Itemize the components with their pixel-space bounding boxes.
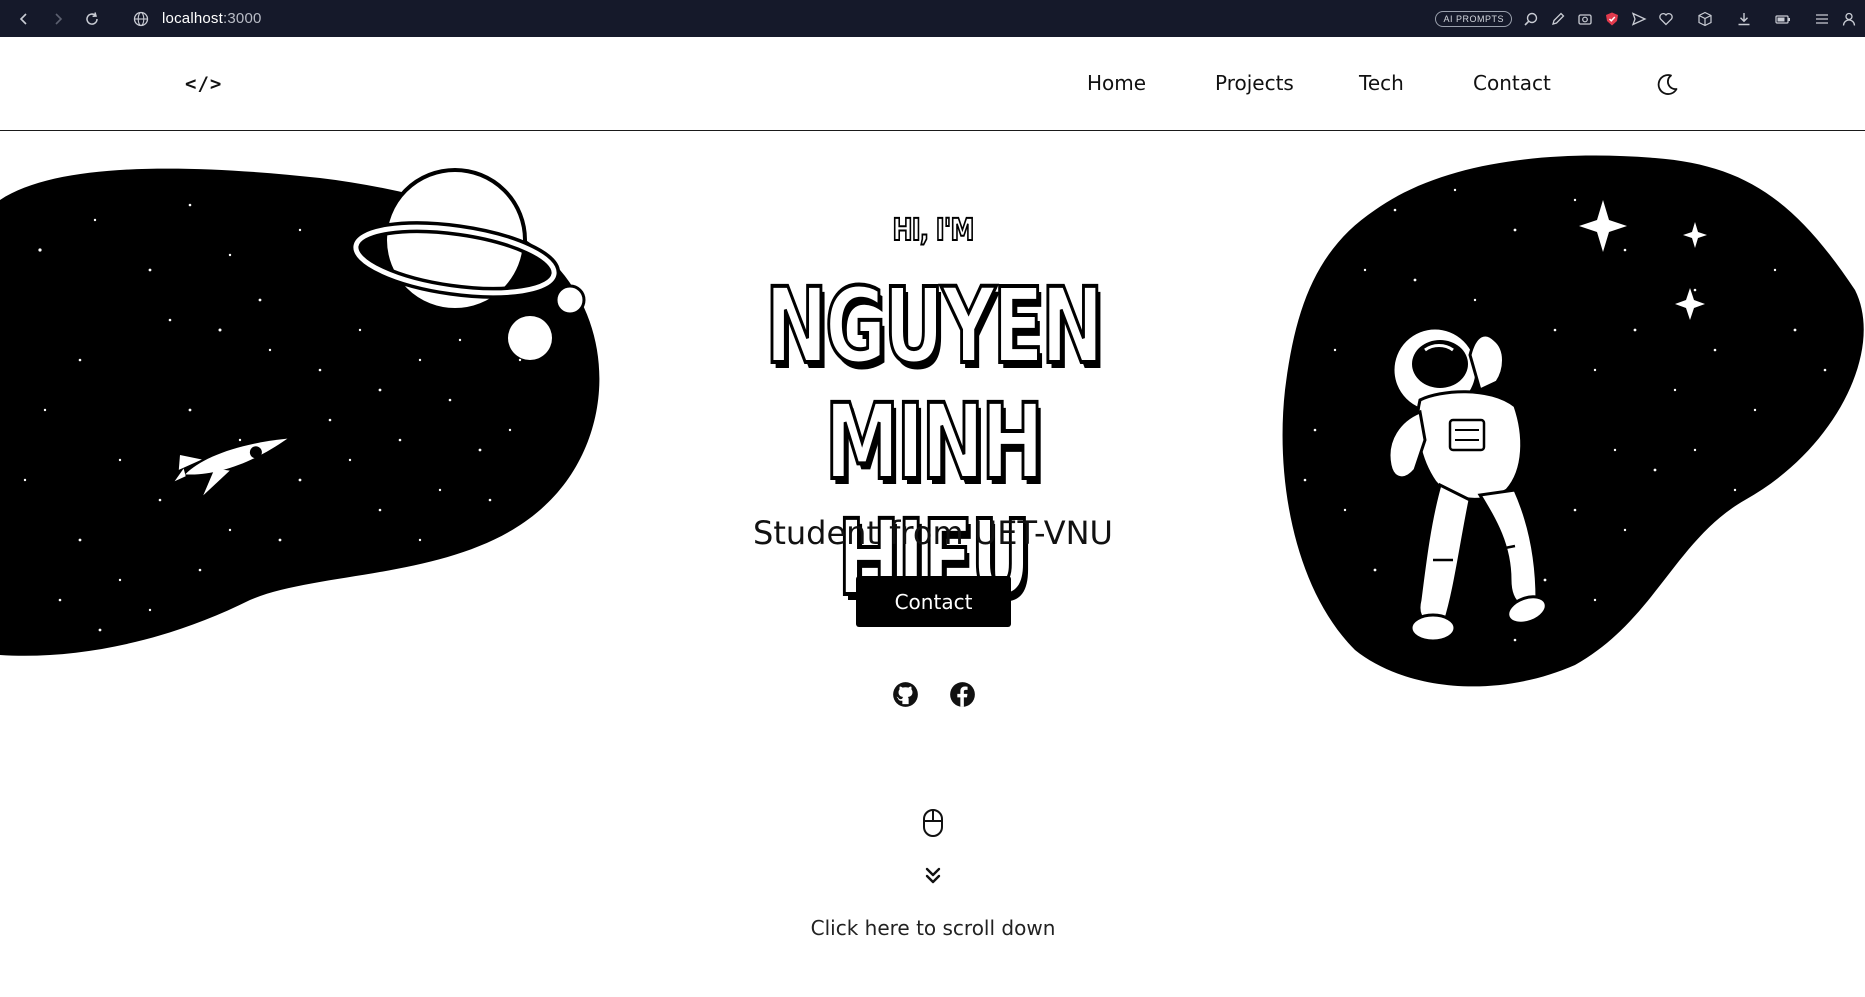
- heart-icon[interactable]: [1657, 10, 1674, 27]
- cube-icon[interactable]: [1696, 10, 1713, 27]
- site-header: </> Home Projects Tech Contact: [0, 37, 1865, 131]
- screenshot-icon[interactable]: [1576, 10, 1593, 27]
- nav-tech[interactable]: Tech: [1359, 71, 1473, 95]
- moon-icon[interactable]: [1654, 72, 1680, 98]
- extension-toolbar: AI PROMPTS: [1435, 0, 1857, 37]
- space-blob-right-illustration: [1282, 155, 1864, 687]
- edit-icon[interactable]: [1549, 10, 1566, 27]
- hero-subtitle: Student from UET-VNU: [753, 514, 1113, 552]
- browser-toolbar: localhost:3000 AI PROMPTS: [0, 0, 1865, 37]
- menu-lines-icon[interactable]: [1813, 10, 1830, 27]
- contact-button[interactable]: Contact: [856, 576, 1011, 627]
- hero-greeting: HI, I'M: [892, 212, 975, 249]
- shield-icon[interactable]: [1603, 10, 1620, 27]
- reload-icon[interactable]: [82, 9, 102, 29]
- ai-prompts-badge[interactable]: AI PROMPTS: [1435, 10, 1512, 27]
- send-icon[interactable]: [1630, 10, 1647, 27]
- site-logo[interactable]: </>: [185, 73, 222, 95]
- download-icon[interactable]: [1735, 10, 1752, 27]
- nav-projects[interactable]: Projects: [1215, 71, 1359, 95]
- facebook-icon[interactable]: [949, 681, 976, 708]
- social-links: [892, 681, 976, 708]
- nav-contact[interactable]: Contact: [1473, 71, 1573, 95]
- back-icon[interactable]: [14, 9, 34, 29]
- mouse-icon[interactable]: [921, 808, 945, 838]
- address-bar[interactable]: localhost:3000: [162, 10, 262, 27]
- chevrons-down-icon[interactable]: [924, 866, 942, 886]
- github-icon[interactable]: [892, 681, 919, 708]
- forward-icon[interactable]: [48, 9, 68, 29]
- profile-icon[interactable]: [1840, 10, 1857, 27]
- nav-home[interactable]: Home: [1087, 71, 1215, 95]
- site-info-icon[interactable]: [132, 10, 150, 28]
- url-port: :3000: [223, 10, 262, 27]
- hero-name-line-1: NGUYEN MINH: [764, 265, 1105, 503]
- zoom-icon[interactable]: [1522, 10, 1539, 27]
- space-blob-left-illustration: [0, 168, 600, 656]
- battery-icon[interactable]: [1774, 10, 1791, 27]
- main-nav: Home Projects Tech Contact: [1087, 71, 1573, 95]
- hero-name: NGUYEN MINH HIEU: [693, 265, 1173, 618]
- scroll-down-hint[interactable]: Click here to scroll down: [733, 916, 1133, 940]
- url-host: localhost: [162, 10, 224, 27]
